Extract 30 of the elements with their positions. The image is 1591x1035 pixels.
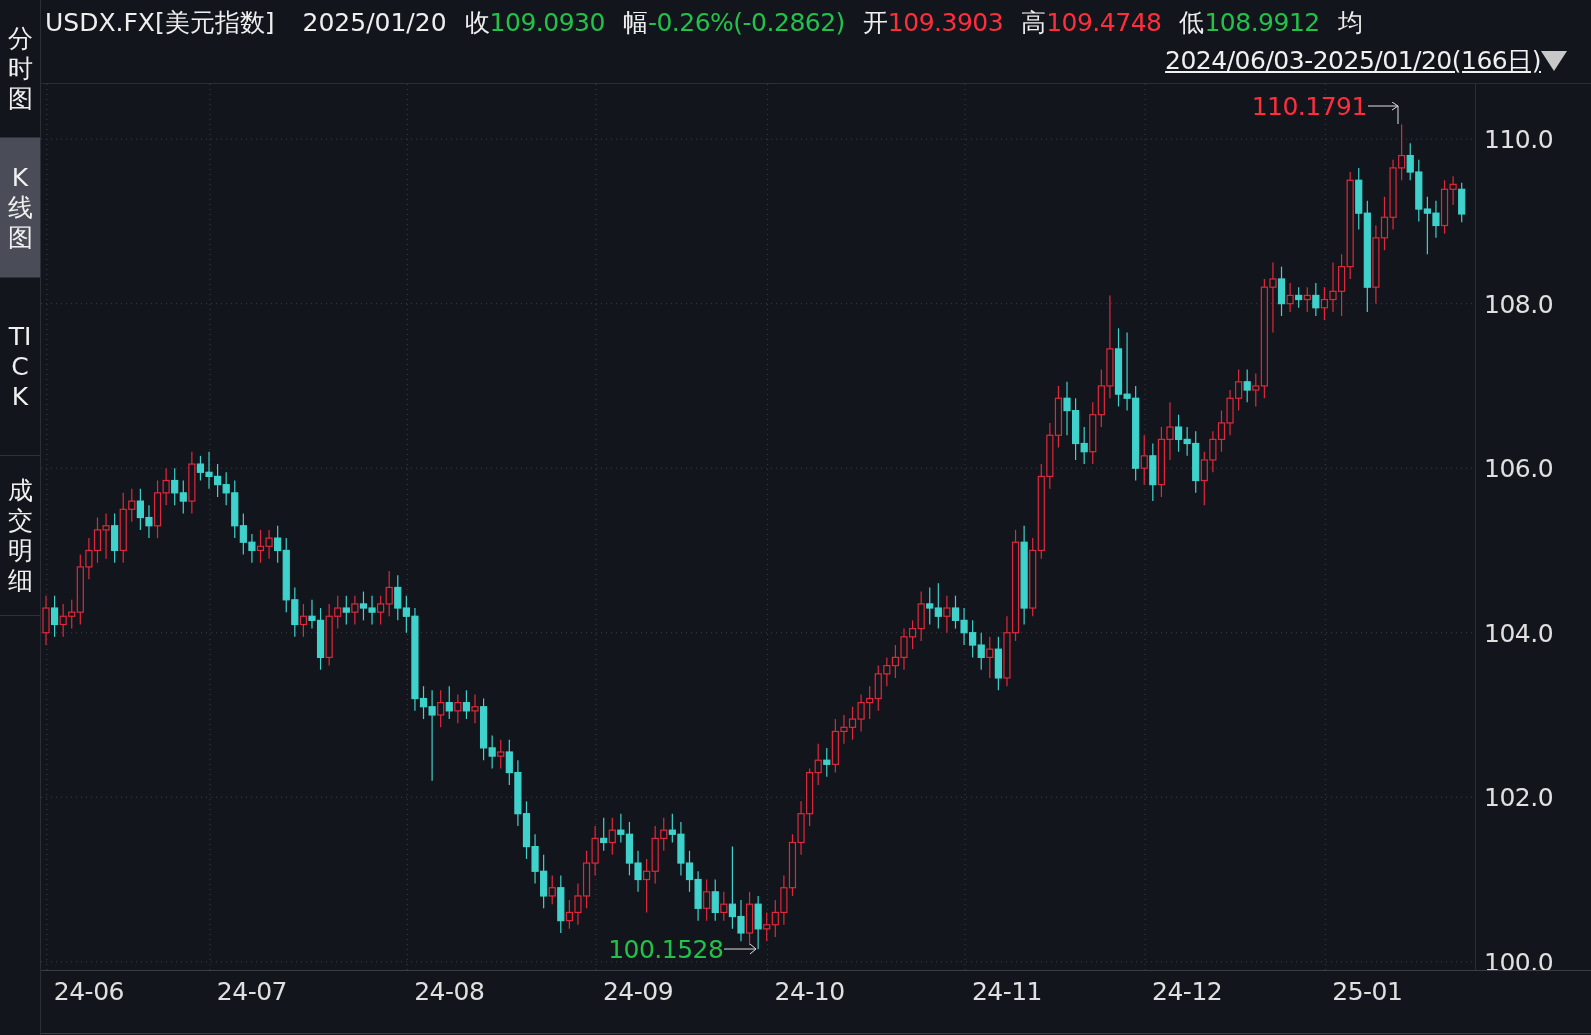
quote-value: 109.4748 xyxy=(1046,7,1162,37)
date-axis-label: 24-06 xyxy=(53,977,124,1006)
high-price-label: 110.1791 xyxy=(1251,91,1367,121)
quote-value: 109.0930 xyxy=(489,7,605,37)
quote-label: 幅 xyxy=(622,6,648,39)
price-axis-label: 106.0 xyxy=(1484,453,1554,483)
date-axis-label: 25-01 xyxy=(1332,977,1403,1006)
date-axis-label: 24-11 xyxy=(971,977,1043,1006)
date-range-link[interactable]: 2024/06/03-2025/01/20(166日) xyxy=(1165,44,1541,77)
price-axis-label: 102.0 xyxy=(1484,782,1554,812)
price-axis-label: 110.0 xyxy=(1484,124,1554,154)
quote-label: 收 xyxy=(464,6,490,39)
date-axis-label: 24-10 xyxy=(774,977,845,1006)
price-axis-label: 108.0 xyxy=(1484,289,1554,319)
quote-label: 高 xyxy=(1021,6,1047,39)
quote-label: 开 xyxy=(862,6,888,39)
quote-value: -0.26%(-0.2862) xyxy=(647,7,845,37)
quote-label: 均 xyxy=(1337,6,1363,39)
quote-label: 低 xyxy=(1179,6,1205,39)
quote-value: 109.3903 xyxy=(887,7,1004,37)
side-tab[interactable]: K线图 xyxy=(0,138,40,278)
quote-date: 2025/01/20 xyxy=(302,7,447,37)
date-axis-label: 24-08 xyxy=(414,977,485,1006)
symbol-name: USDX.FX[美元指数] xyxy=(45,6,275,39)
date-axis-label: 24-07 xyxy=(216,977,287,1006)
date-axis-label: 24-09 xyxy=(602,977,674,1006)
quote-value: 108.9912 xyxy=(1204,7,1320,37)
price-axis-label: 104.0 xyxy=(1484,618,1554,648)
date-axis-label: 24-12 xyxy=(1152,977,1223,1006)
low-price-label: 100.1528 xyxy=(608,934,724,964)
